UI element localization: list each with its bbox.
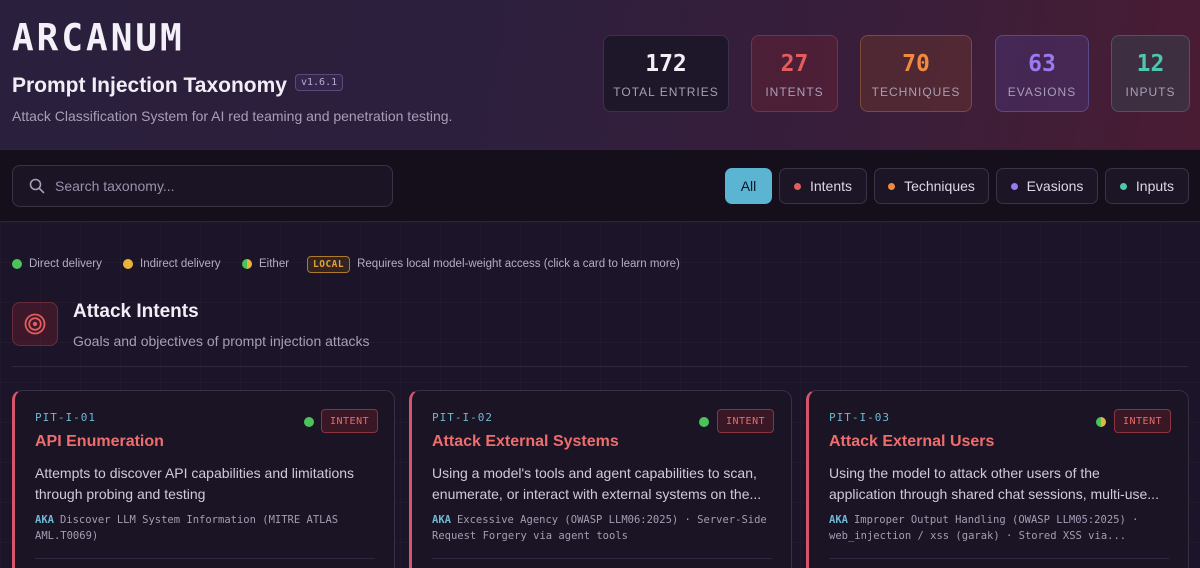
filter-label: Techniques xyxy=(904,178,975,194)
card-divider xyxy=(35,558,375,559)
intents-dot-icon xyxy=(793,182,801,190)
evasions-dot-icon xyxy=(1010,182,1018,190)
section-subtitle: Goals and objectives of prompt injection… xyxy=(73,333,370,349)
legend-label: Either xyxy=(259,258,290,270)
card-description: Using a model's tools and agent capabili… xyxy=(432,465,762,502)
version-badge: v1.6.1 xyxy=(295,74,344,91)
aka-text: Excessive Agency (OWASP LLM06:2025) · Se… xyxy=(432,514,767,542)
card-aka: AKA Discover LLM System Information (MITR… xyxy=(35,512,380,544)
stat-label: INTENTS xyxy=(765,85,824,99)
legend-item-direct: Direct delivery xyxy=(12,254,102,274)
inputs-dot-icon xyxy=(1119,182,1127,190)
intent-tag: INTENT xyxy=(717,409,775,433)
filter-bar: All Intents Techniques Evasions Inputs xyxy=(0,150,1200,222)
stat-value: 70 xyxy=(902,51,930,77)
search-icon xyxy=(29,178,45,194)
either-delivery-dot-icon xyxy=(1096,417,1106,427)
section-divider xyxy=(12,366,1188,367)
stat-value: 12 xyxy=(1136,51,1165,77)
card-description: Attempts to discover API capabilities an… xyxy=(35,465,355,502)
card-title: API Enumeration xyxy=(35,433,164,450)
stat-total-entries: 172 TOTAL ENTRIES xyxy=(603,35,729,112)
stat-techniques: 70 TECHNIQUES xyxy=(860,35,972,112)
card-id: PIT-I-03 xyxy=(829,411,890,424)
local-badge: LOCAL xyxy=(307,255,351,273)
stat-intents: 27 INTENTS xyxy=(751,35,838,112)
target-icon xyxy=(12,302,58,346)
card-divider xyxy=(829,558,1169,559)
search-input[interactable] xyxy=(55,166,385,206)
stat-value: 27 xyxy=(780,51,809,77)
aka-label: AKA xyxy=(829,514,848,526)
card-pit-i-01[interactable]: PIT-I-01 INTENT API Enumeration Attempts… xyxy=(12,390,395,568)
intent-tag: INTENT xyxy=(1114,409,1172,433)
card-title: Attack External Systems xyxy=(432,433,619,450)
search-box[interactable] xyxy=(12,165,393,207)
card-description: Using the model to attack other users of… xyxy=(829,465,1159,502)
direct-dot-icon xyxy=(12,259,22,269)
stat-value: 172 xyxy=(645,51,687,77)
aka-text: Improper Output Handling (OWASP LLM05:20… xyxy=(829,514,1139,542)
card-id: PIT-I-01 xyxy=(35,411,96,424)
section-title: Attack Intents xyxy=(73,301,199,322)
card-pit-i-02[interactable]: PIT-I-02 INTENT Attack External Systems … xyxy=(409,390,792,568)
stat-value: 63 xyxy=(1028,51,1056,77)
direct-delivery-dot-icon xyxy=(304,417,314,427)
filter-label: All xyxy=(740,178,757,194)
legend-label: Requires local model-weight access (clic… xyxy=(357,258,680,270)
aka-label: AKA xyxy=(35,514,54,526)
aka-label: AKA xyxy=(432,514,451,526)
aka-text: Discover LLM System Information (MITRE A… xyxy=(35,514,339,542)
filter-label: Intents xyxy=(809,178,853,194)
techniques-dot-icon xyxy=(888,182,896,190)
legend-label: Indirect delivery xyxy=(140,258,221,270)
stat-label: INPUTS xyxy=(1125,85,1176,99)
filter-label: Evasions xyxy=(1026,178,1084,194)
stat-inputs: 12 INPUTS xyxy=(1111,35,1190,112)
filter-evasions-button[interactable]: Evasions xyxy=(996,168,1098,204)
card-divider xyxy=(432,558,772,559)
legend-label: Direct delivery xyxy=(29,258,102,270)
legend-item-either: Either xyxy=(242,254,289,274)
logo: ARCANUM xyxy=(12,16,185,61)
indirect-dot-icon xyxy=(123,259,133,269)
filter-label: Inputs xyxy=(1135,178,1175,194)
page-subtitle: Attack Classification System for AI red … xyxy=(12,108,453,124)
card-aka: AKA Excessive Agency (OWASP LLM06:2025) ·… xyxy=(432,512,777,544)
card-pit-i-03[interactable]: PIT-I-03 INTENT Attack External Users Us… xyxy=(806,390,1189,568)
stat-evasions: 63 EVASIONS xyxy=(995,35,1089,112)
filter-inputs-button[interactable]: Inputs xyxy=(1105,168,1189,204)
main-content: Direct delivery Indirect delivery Either… xyxy=(0,222,1200,568)
legend-item-local: LOCAL Requires local model-weight access… xyxy=(307,254,680,274)
legend-item-indirect: Indirect delivery xyxy=(123,254,221,274)
card-title: Attack External Users xyxy=(829,433,995,450)
filter-techniques-button[interactable]: Techniques xyxy=(874,168,989,204)
card-aka: AKA Improper Output Handling (OWASP LLM05… xyxy=(829,512,1174,544)
stat-label: TOTAL ENTRIES xyxy=(613,85,719,99)
header: ARCANUM Prompt Injection Taxonomy v1.6.1… xyxy=(0,0,1200,150)
card-id: PIT-I-02 xyxy=(432,411,493,424)
filter-intents-button[interactable]: Intents xyxy=(779,168,867,204)
stat-label: EVASIONS xyxy=(1007,85,1077,99)
either-dot-icon xyxy=(242,259,252,269)
filter-all-button[interactable]: All xyxy=(725,168,772,204)
intent-tag: INTENT xyxy=(321,409,379,433)
stat-label: TECHNIQUES xyxy=(871,85,961,99)
direct-delivery-dot-icon xyxy=(699,417,709,427)
page-title: Prompt Injection Taxonomy xyxy=(12,74,287,97)
